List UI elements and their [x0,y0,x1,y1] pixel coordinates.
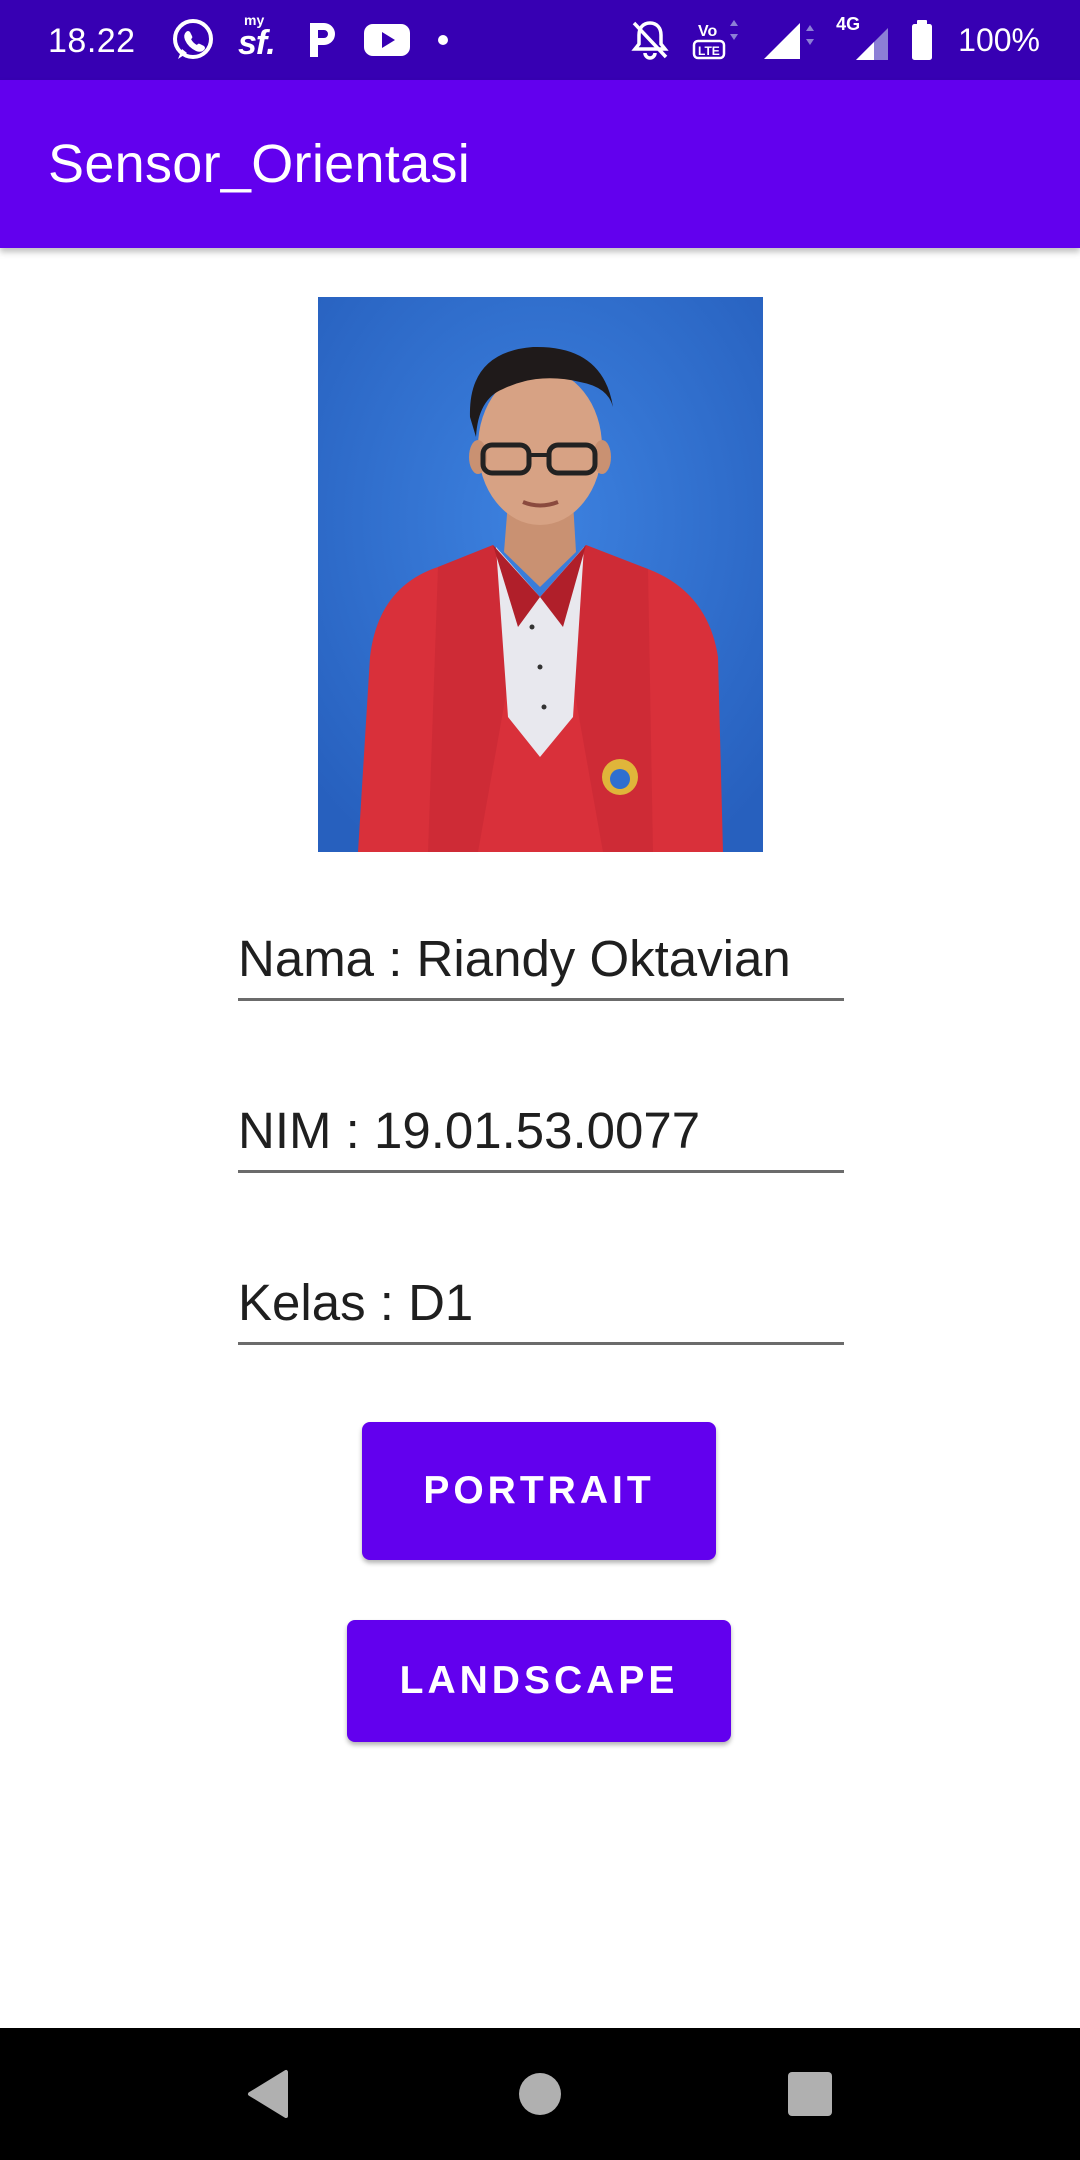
whatsapp-icon [170,17,216,63]
youtube-icon [362,20,412,60]
nama-input[interactable] [238,928,844,990]
app-title: Sensor_Orientasi [48,134,471,194]
status-right-icons: Vo LTE 4G 100% [628,14,1040,66]
screen: 18.22 my sf. Vo LTE 4G 100% Sensor_Orien… [0,0,1080,2160]
navigation-bar [0,2028,1080,2160]
status-time: 18.22 [48,22,136,60]
p-app-icon [304,17,340,63]
signal-4g-icon: 4G [834,14,892,62]
notifications-off-icon [628,17,672,63]
landscape-button[interactable]: LANDSCAPE [347,1620,731,1742]
home-icon[interactable] [502,2056,578,2132]
app-bar: Sensor_Orientasi [0,80,1080,248]
svg-text:LTE: LTE [698,44,720,58]
nama-field[interactable] [238,908,844,1001]
mysf-icon: my sf. [238,12,282,64]
nim-input[interactable] [238,1100,844,1162]
recents-icon[interactable] [772,2056,848,2132]
svg-text:Vo: Vo [698,23,717,40]
nim-field[interactable] [238,1080,844,1173]
battery-icon [910,19,934,61]
signal-icon [760,17,816,63]
portrait-button[interactable]: PORTRAIT [362,1422,716,1560]
kelas-input[interactable] [238,1272,844,1334]
profile-photo-illustration [318,297,763,852]
volte-icon: Vo LTE [690,16,742,64]
profile-photo [318,297,763,852]
mysf-large-label: sf. [238,24,276,62]
kelas-field[interactable] [238,1252,844,1345]
back-icon[interactable] [230,2056,306,2132]
status-left-icons: my sf. [170,12,448,66]
notification-dot [438,35,448,45]
status-bar: 18.22 my sf. Vo LTE 4G 100% [0,0,1080,80]
battery-percent: 100% [958,21,1040,58]
